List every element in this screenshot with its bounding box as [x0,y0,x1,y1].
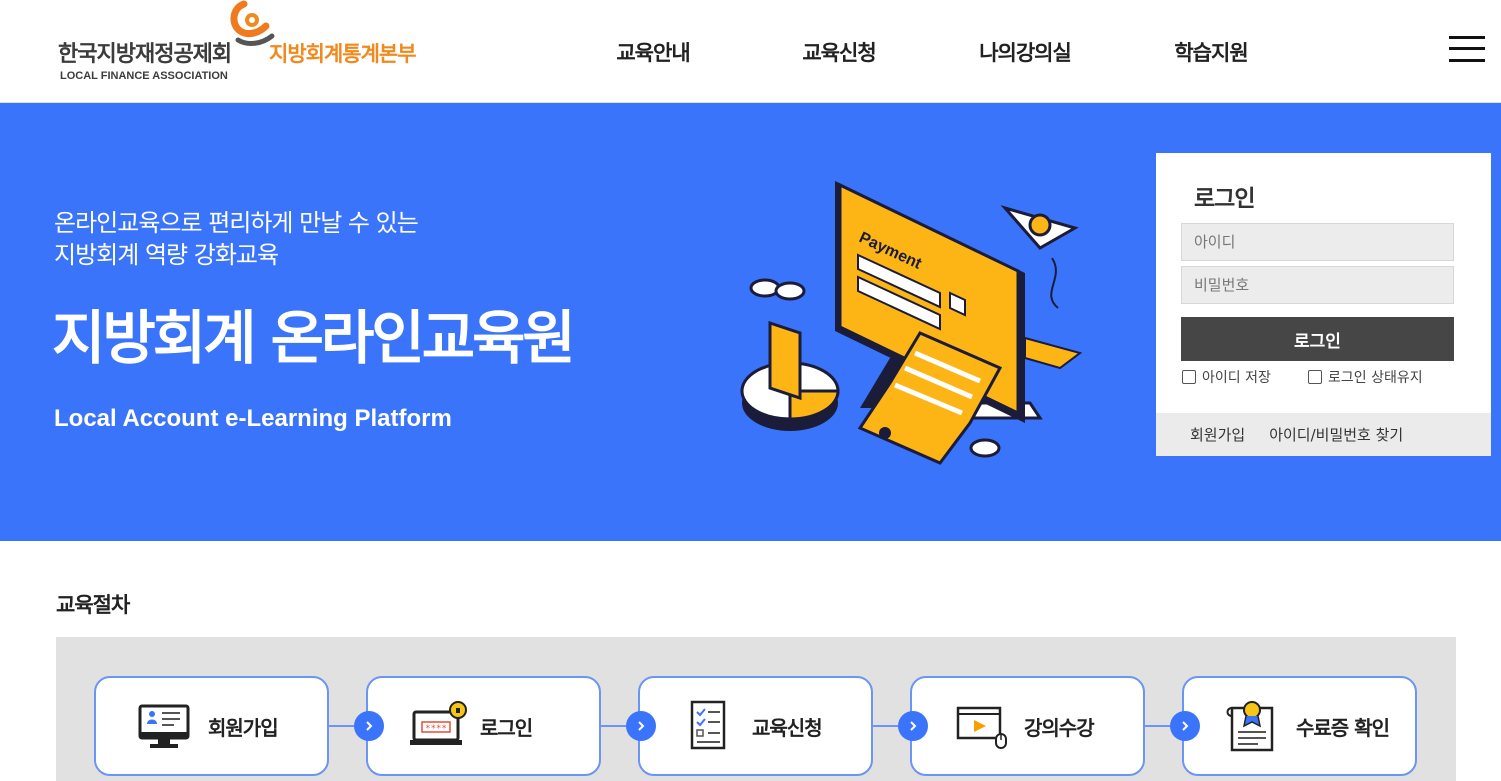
logo-org-name: 한국지방재정공제회 [58,42,232,67]
site-logo[interactable]: 한국지방재정공제회 LOCAL FINANCE ASSOCIATION 지방회계… [56,0,456,103]
login-title: 로그인 [1194,186,1255,212]
hero-subtitle-line2: 지방회계 역량 강화교육 [54,241,279,269]
chevron-right-icon [1170,711,1200,741]
keep-login-checkbox-box[interactable] [1308,370,1322,384]
certificate-icon [1226,701,1274,752]
keep-login-label: 로그인 상태유지 [1328,370,1423,386]
save-id-label: 아이디 저장 [1202,370,1271,386]
procedure-step-label: 강의수강 [1024,715,1095,740]
hero-title: 지방회계 온라인교육원 [52,304,576,372]
procedure-step-label: 수료증 확인 [1296,715,1390,740]
procedure-title: 교육절차 [56,593,130,617]
hero-title-en: Local Account e-Learning Platform [54,405,452,432]
hero-subtitle: 온라인교육으로 편리하게 만날 수 있는 지방회계 역량 강화교육 [54,207,419,271]
chevron-right-icon [354,711,384,741]
procedure-step-join[interactable]: 회원가입 [94,676,329,776]
hero-subtitle-line1: 온라인교육으로 편리하게 만날 수 있는 [54,209,419,237]
nav-item-edu-apply[interactable]: 교육신청 [746,0,932,103]
main-nav: 교육안내 교육신청 나의강의실 학습지원 [560,0,1304,103]
login-id-input[interactable] [1181,223,1454,261]
svg-text:****: **** [425,724,447,734]
procedure-step-login[interactable]: **** 로그인 [366,676,601,776]
procedure-step-label: 회원가입 [208,715,279,740]
login-footer: 회원가입 아이디/비밀번호 찾기 [1156,413,1491,456]
save-id-checkbox[interactable]: 아이디 저장 [1182,367,1271,387]
login-box: 로그인 로그인 아이디 저장 로그인 상태유지 회원가입 아이디/비밀번호 찾기 [1156,153,1491,456]
procedure-step-certificate[interactable]: 수료증 확인 [1182,676,1417,776]
chevron-right-icon [898,711,928,741]
procedure-step-label: 교육신청 [752,715,823,740]
payment-illustration-icon: Payment [740,181,1083,465]
site-header: 한국지방재정공제회 LOCAL FINANCE ASSOCIATION 지방회계… [0,0,1501,103]
join-link[interactable]: 회원가입 [1190,424,1245,445]
login-submit-button[interactable]: 로그인 [1181,317,1454,361]
laptop-lock-icon: **** [410,701,467,745]
chevron-right-icon [626,711,656,741]
keep-login-checkbox[interactable]: 로그인 상태유지 [1308,367,1423,387]
procedure-step-label: 로그인 [480,715,533,740]
logo-org-name-en: LOCAL FINANCE ASSOCIATION [60,70,228,82]
nav-item-my-classroom[interactable]: 나의강의실 [932,0,1118,103]
hamburger-icon[interactable] [1449,34,1487,64]
nav-item-learning-support[interactable]: 학습지원 [1118,0,1304,103]
video-play-icon [956,706,1007,749]
nav-item-edu-info[interactable]: 교육안내 [560,0,746,103]
save-id-checkbox-box[interactable] [1182,370,1196,384]
find-account-link[interactable]: 아이디/비밀번호 찾기 [1269,424,1403,445]
procedure-step-lecture[interactable]: 강의수강 [910,676,1145,776]
logo-division-name: 지방회계통계본부 [269,42,417,66]
hero-banner: 온라인교육으로 편리하게 만날 수 있는 지방회계 역량 강화교육 지방회계 온… [0,103,1501,541]
login-password-input[interactable] [1181,266,1454,304]
monitor-user-icon [138,704,190,748]
procedure-step-apply[interactable]: 교육신청 [638,676,873,776]
checklist-icon [690,700,726,750]
